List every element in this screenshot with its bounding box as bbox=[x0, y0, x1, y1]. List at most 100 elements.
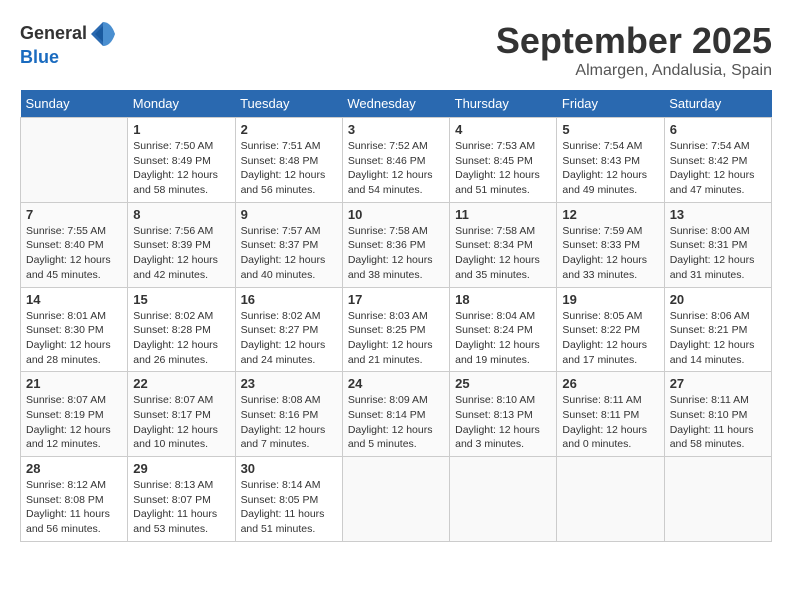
calendar-cell bbox=[450, 457, 557, 542]
day-info: Sunrise: 7:51 AM Sunset: 8:48 PM Dayligh… bbox=[241, 139, 337, 198]
day-number: 7 bbox=[26, 207, 122, 222]
day-info: Sunrise: 8:10 AM Sunset: 8:13 PM Dayligh… bbox=[455, 393, 551, 452]
logo-blue: Blue bbox=[20, 48, 117, 68]
page-header: General Blue September 2025 Almargen, An… bbox=[20, 20, 772, 80]
day-info: Sunrise: 7:54 AM Sunset: 8:42 PM Dayligh… bbox=[670, 139, 766, 198]
logo: General Blue bbox=[20, 20, 117, 68]
day-number: 9 bbox=[241, 207, 337, 222]
day-number: 30 bbox=[241, 461, 337, 476]
day-info: Sunrise: 8:02 AM Sunset: 8:28 PM Dayligh… bbox=[133, 309, 229, 368]
weekday-header-friday: Friday bbox=[557, 90, 664, 118]
calendar-cell: 24 Sunrise: 8:09 AM Sunset: 8:14 PM Dayli… bbox=[342, 372, 449, 457]
day-number: 14 bbox=[26, 292, 122, 307]
day-info: Sunrise: 8:00 AM Sunset: 8:31 PM Dayligh… bbox=[670, 224, 766, 283]
day-info: Sunrise: 7:57 AM Sunset: 8:37 PM Dayligh… bbox=[241, 224, 337, 283]
week-row-0: 1 Sunrise: 7:50 AM Sunset: 8:49 PM Daylig… bbox=[21, 118, 772, 203]
weekday-header-row: SundayMondayTuesdayWednesdayThursdayFrid… bbox=[21, 90, 772, 118]
calendar-cell: 19 Sunrise: 8:05 AM Sunset: 8:22 PM Dayli… bbox=[557, 287, 664, 372]
calendar-cell: 27 Sunrise: 8:11 AM Sunset: 8:10 PM Dayli… bbox=[664, 372, 771, 457]
calendar-cell: 12Sunrise: 7:59 AM Sunset: 8:33 PM Dayli… bbox=[557, 202, 664, 287]
day-number: 13 bbox=[670, 207, 766, 222]
day-number: 29 bbox=[133, 461, 229, 476]
day-number: 27 bbox=[670, 376, 766, 391]
day-info: Sunrise: 8:06 AM Sunset: 8:21 PM Dayligh… bbox=[670, 309, 766, 368]
calendar-cell: 16 Sunrise: 8:02 AM Sunset: 8:27 PM Dayli… bbox=[235, 287, 342, 372]
calendar-cell: 15Sunrise: 8:02 AM Sunset: 8:28 PM Dayli… bbox=[128, 287, 235, 372]
day-number: 5 bbox=[562, 122, 658, 137]
day-info: Sunrise: 8:07 AM Sunset: 8:19 PM Dayligh… bbox=[26, 393, 122, 452]
calendar-cell bbox=[342, 457, 449, 542]
day-info: Sunrise: 7:56 AM Sunset: 8:39 PM Dayligh… bbox=[133, 224, 229, 283]
location: Almargen, Andalusia, Spain bbox=[496, 62, 772, 80]
calendar-cell: 28Sunrise: 8:12 AM Sunset: 8:08 PM Dayli… bbox=[21, 457, 128, 542]
weekday-header-saturday: Saturday bbox=[664, 90, 771, 118]
calendar-cell: 6 Sunrise: 7:54 AM Sunset: 8:42 PM Daylig… bbox=[664, 118, 771, 203]
day-number: 12 bbox=[562, 207, 658, 222]
day-info: Sunrise: 8:14 AM Sunset: 8:05 PM Dayligh… bbox=[241, 478, 337, 537]
weekday-header-wednesday: Wednesday bbox=[342, 90, 449, 118]
day-number: 6 bbox=[670, 122, 766, 137]
day-info: Sunrise: 8:02 AM Sunset: 8:27 PM Dayligh… bbox=[241, 309, 337, 368]
week-row-4: 28Sunrise: 8:12 AM Sunset: 8:08 PM Dayli… bbox=[21, 457, 772, 542]
week-row-3: 21 Sunrise: 8:07 AM Sunset: 8:19 PM Dayli… bbox=[21, 372, 772, 457]
calendar-table: SundayMondayTuesdayWednesdayThursdayFrid… bbox=[20, 90, 772, 542]
day-info: Sunrise: 8:13 AM Sunset: 8:07 PM Dayligh… bbox=[133, 478, 229, 537]
day-info: Sunrise: 8:03 AM Sunset: 8:25 PM Dayligh… bbox=[348, 309, 444, 368]
day-number: 16 bbox=[241, 292, 337, 307]
day-number: 21 bbox=[26, 376, 122, 391]
day-info: Sunrise: 8:05 AM Sunset: 8:22 PM Dayligh… bbox=[562, 309, 658, 368]
weekday-header-tuesday: Tuesday bbox=[235, 90, 342, 118]
weekday-header-monday: Monday bbox=[128, 90, 235, 118]
day-number: 19 bbox=[562, 292, 658, 307]
weekday-header-thursday: Thursday bbox=[450, 90, 557, 118]
day-info: Sunrise: 7:50 AM Sunset: 8:49 PM Dayligh… bbox=[133, 139, 229, 198]
day-number: 11 bbox=[455, 207, 551, 222]
day-info: Sunrise: 7:58 AM Sunset: 8:36 PM Dayligh… bbox=[348, 224, 444, 283]
month-title: September 2025 bbox=[496, 20, 772, 62]
calendar-cell: 23 Sunrise: 8:08 AM Sunset: 8:16 PM Dayli… bbox=[235, 372, 342, 457]
logo-general: General bbox=[20, 23, 87, 43]
calendar-cell: 14 Sunrise: 8:01 AM Sunset: 8:30 PM Dayli… bbox=[21, 287, 128, 372]
calendar-cell: 25Sunrise: 8:10 AM Sunset: 8:13 PM Dayli… bbox=[450, 372, 557, 457]
day-number: 8 bbox=[133, 207, 229, 222]
day-number: 18 bbox=[455, 292, 551, 307]
day-info: Sunrise: 8:12 AM Sunset: 8:08 PM Dayligh… bbox=[26, 478, 122, 537]
calendar-cell: 7 Sunrise: 7:55 AM Sunset: 8:40 PM Daylig… bbox=[21, 202, 128, 287]
calendar-cell bbox=[664, 457, 771, 542]
calendar-cell: 26 Sunrise: 8:11 AM Sunset: 8:11 PM Dayli… bbox=[557, 372, 664, 457]
day-info: Sunrise: 7:58 AM Sunset: 8:34 PM Dayligh… bbox=[455, 224, 551, 283]
day-number: 10 bbox=[348, 207, 444, 222]
calendar-cell: 22Sunrise: 8:07 AM Sunset: 8:17 PM Dayli… bbox=[128, 372, 235, 457]
day-number: 3 bbox=[348, 122, 444, 137]
day-info: Sunrise: 8:09 AM Sunset: 8:14 PM Dayligh… bbox=[348, 393, 444, 452]
day-number: 4 bbox=[455, 122, 551, 137]
day-info: Sunrise: 8:01 AM Sunset: 8:30 PM Dayligh… bbox=[26, 309, 122, 368]
day-number: 23 bbox=[241, 376, 337, 391]
day-number: 1 bbox=[133, 122, 229, 137]
day-number: 2 bbox=[241, 122, 337, 137]
calendar-cell: 11 Sunrise: 7:58 AM Sunset: 8:34 PM Dayli… bbox=[450, 202, 557, 287]
day-info: Sunrise: 8:07 AM Sunset: 8:17 PM Dayligh… bbox=[133, 393, 229, 452]
day-info: Sunrise: 7:55 AM Sunset: 8:40 PM Dayligh… bbox=[26, 224, 122, 283]
day-number: 20 bbox=[670, 292, 766, 307]
title-block: September 2025 Almargen, Andalusia, Spai… bbox=[496, 20, 772, 80]
day-info: Sunrise: 8:08 AM Sunset: 8:16 PM Dayligh… bbox=[241, 393, 337, 452]
day-info: Sunrise: 8:11 AM Sunset: 8:11 PM Dayligh… bbox=[562, 393, 658, 452]
calendar-cell: 30 Sunrise: 8:14 AM Sunset: 8:05 PM Dayli… bbox=[235, 457, 342, 542]
day-info: Sunrise: 8:11 AM Sunset: 8:10 PM Dayligh… bbox=[670, 393, 766, 452]
calendar-cell: 3 Sunrise: 7:52 AM Sunset: 8:46 PM Daylig… bbox=[342, 118, 449, 203]
calendar-cell: 18 Sunrise: 8:04 AM Sunset: 8:24 PM Dayli… bbox=[450, 287, 557, 372]
calendar-cell: 9 Sunrise: 7:57 AM Sunset: 8:37 PM Daylig… bbox=[235, 202, 342, 287]
calendar-cell: 4Sunrise: 7:53 AM Sunset: 8:45 PM Daylig… bbox=[450, 118, 557, 203]
day-number: 26 bbox=[562, 376, 658, 391]
calendar-cell: 8 Sunrise: 7:56 AM Sunset: 8:39 PM Daylig… bbox=[128, 202, 235, 287]
day-info: Sunrise: 8:04 AM Sunset: 8:24 PM Dayligh… bbox=[455, 309, 551, 368]
calendar-cell: 29 Sunrise: 8:13 AM Sunset: 8:07 PM Dayli… bbox=[128, 457, 235, 542]
calendar-cell: 21 Sunrise: 8:07 AM Sunset: 8:19 PM Dayli… bbox=[21, 372, 128, 457]
calendar-cell bbox=[557, 457, 664, 542]
calendar-cell bbox=[21, 118, 128, 203]
day-number: 24 bbox=[348, 376, 444, 391]
logo-text: General bbox=[20, 20, 117, 48]
day-info: Sunrise: 7:52 AM Sunset: 8:46 PM Dayligh… bbox=[348, 139, 444, 198]
calendar-cell: 10 Sunrise: 7:58 AM Sunset: 8:36 PM Dayli… bbox=[342, 202, 449, 287]
